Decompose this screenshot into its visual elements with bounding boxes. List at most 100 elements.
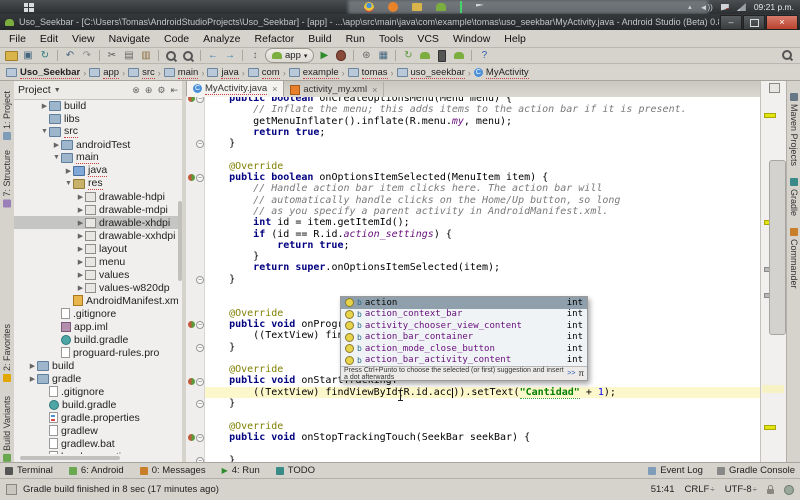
filter-icon[interactable]: ⊗ [132,85,140,96]
maximize-button[interactable] [743,15,765,30]
close-icon[interactable]: × [272,84,277,94]
tree-row-main[interactable]: ▼main [14,151,178,164]
tree-expand-icon[interactable]: ▶ [76,245,85,253]
override-method-icon[interactable] [188,378,195,385]
tree-row-values-w820dp[interactable]: ▶values-w820dp [14,281,178,294]
divider-green[interactable] [460,1,462,13]
project-structure-icon[interactable]: ▦ [376,49,390,62]
tool-tab-event-log[interactable]: Event Log [648,465,703,476]
tree-row-gradlew[interactable]: gradlew [14,424,178,437]
code-line[interactable]: // as you specify a parent activity in A… [205,206,760,217]
code-lines[interactable]: public boolean onCreateOptionsMenu(Menu … [205,97,760,462]
tree-row-menu[interactable]: ▶menu [14,255,178,268]
sync-gradle-icon[interactable]: ↻ [401,49,415,62]
sync-icon[interactable]: ↻ [38,49,52,62]
tree-expand-icon[interactable]: ▶ [40,102,49,110]
tree-row-gradlew.bat[interactable]: gradlew.bat [14,437,178,450]
sdk-manager-icon[interactable] [418,49,432,62]
autocomplete-item-action_context_bar[interactable]: baction_context_barint [341,309,587,321]
editor-scrollbar-thumb[interactable] [769,160,786,335]
inspections-profile-icon[interactable] [784,485,794,495]
tree-expand-icon[interactable]: ▶ [76,271,85,279]
android-studio-icon[interactable] [436,3,446,11]
gear-icon[interactable]: ⚙ [157,85,165,96]
code-line[interactable] [205,285,760,296]
settings-icon[interactable]: ⊛ [359,49,373,62]
tree-expand-icon[interactable]: ▶ [28,375,37,383]
fold-marker-icon[interactable]: − [196,378,204,386]
crumb-src[interactable]: src [126,67,157,79]
tree-expand-icon[interactable]: ▶ [28,362,37,370]
code-editor[interactable]: −−−−−−−−−− public boolean onCreateOption… [186,97,760,462]
restore-windows-icon[interactable] [769,83,780,93]
tree-row-src[interactable]: ▼src [14,125,178,138]
tree-row-res[interactable]: ▼res [14,177,178,190]
tree-row-.gitignore[interactable]: .gitignore [14,307,178,320]
tree-row-layout[interactable]: ▶layout [14,242,178,255]
folder-icon[interactable] [412,3,422,11]
code-line[interactable]: int id = item.getItemId(); [205,217,760,228]
tree-row-build.gradle[interactable]: build.gradle [14,398,178,411]
open-icon[interactable] [4,49,18,62]
tree-row-gradle[interactable]: ▶gradle [14,372,178,385]
menu-help[interactable]: Help [497,33,533,45]
menu-run[interactable]: Run [339,33,372,45]
crumb-MyActivity[interactable]: CMyActivity [472,67,531,79]
find-icon[interactable] [164,49,178,62]
tree-row-proguard-rules.pro[interactable]: proguard-rules.pro [14,346,178,359]
lock-icon[interactable] [767,489,774,494]
crumb-uso_seekbar[interactable]: uso_seekbar [395,67,467,79]
tool-tab-messages[interactable]: 0: Messages [140,465,206,476]
action-center-icon[interactable] [721,4,729,11]
code-line[interactable]: public boolean onOptionsItemSelected(Men… [205,172,760,183]
code-line[interactable]: ((TextView) findViewById(R.id.acc)).setT… [205,387,760,398]
redo-icon[interactable]: ↷ [80,49,94,62]
tool-tab-commander[interactable]: Commander [789,228,799,289]
tree-row-drawable-mdpi[interactable]: ▶drawable-mdpi [14,203,178,216]
tool-tab-build-variants[interactable]: Build Variants [2,396,12,462]
paste-icon[interactable]: ▥ [139,49,153,62]
fold-marker-icon[interactable]: − [196,276,204,284]
autocomplete-item-action[interactable]: bactionint [341,297,587,309]
tree-row-build[interactable]: ▶build [14,99,178,112]
tree-expand-icon[interactable]: ▶ [76,258,85,266]
tree-expand-icon[interactable]: ▶ [52,141,61,149]
crumb-java[interactable]: java [205,67,240,79]
tree-expand-icon[interactable]: ▶ [64,167,73,175]
crumb-example[interactable]: example [287,67,341,79]
fold-marker-icon[interactable]: − [196,140,204,148]
tree-expand-icon[interactable]: ▶ [76,219,85,227]
fold-marker-icon[interactable]: − [196,174,204,182]
fold-marker-icon[interactable]: − [196,321,204,329]
tree-expand-icon[interactable]: ▼ [40,128,49,135]
crumb-Uso_Seekbar[interactable]: Uso_Seekbar [4,67,82,79]
autocomplete-item-action_bar_container[interactable]: baction_bar_containerint [341,332,587,344]
code-line[interactable]: @Override [205,421,760,432]
minimize-button[interactable]: – [720,15,742,30]
chrome-icon[interactable] [364,2,374,12]
tool-tab-gradle-console[interactable]: Gradle Console [717,465,795,476]
code-line[interactable]: public boolean onCreateOptionsMenu(Menu … [205,97,760,104]
tree-row-.gitignore[interactable]: .gitignore [14,385,178,398]
code-line[interactable]: return true; [205,240,760,251]
autocomplete-item-action_mode_close_button[interactable]: baction_mode_close_buttonint [341,343,587,355]
menu-edit[interactable]: Edit [33,33,65,45]
menu-tools[interactable]: Tools [372,33,411,45]
project-tree-hscrollbar[interactable] [20,456,120,460]
replace-icon[interactable] [181,49,195,62]
tree-row-drawable-xhdpi[interactable]: ▶drawable-xhdpi [14,216,178,229]
fold-marker-icon[interactable]: − [196,434,204,442]
tool-tab-favorites[interactable]: 2: Favorites [2,324,12,382]
code-line[interactable]: return super.onOptionsItemSelected(item)… [205,262,760,273]
hint-more-link[interactable]: >> [567,370,575,377]
tree-row-app.iml[interactable]: app.iml [14,320,178,333]
autocomplete-item-activity_chooser_view_content[interactable]: bactivity_chooser_view_contentint [341,320,587,332]
taskbar-clock[interactable]: 09:21 p.m. [754,2,794,12]
tree-row-gradle.properties[interactable]: gradle.properties [14,411,178,424]
debug-icon[interactable] [334,49,348,62]
device-monitor-icon[interactable] [452,49,466,62]
tree-row-values[interactable]: ▶values [14,268,178,281]
tree-row-build[interactable]: ▶build [14,359,178,372]
menu-file[interactable]: File [2,33,33,45]
run-config-select[interactable]: app▾ [265,48,314,63]
